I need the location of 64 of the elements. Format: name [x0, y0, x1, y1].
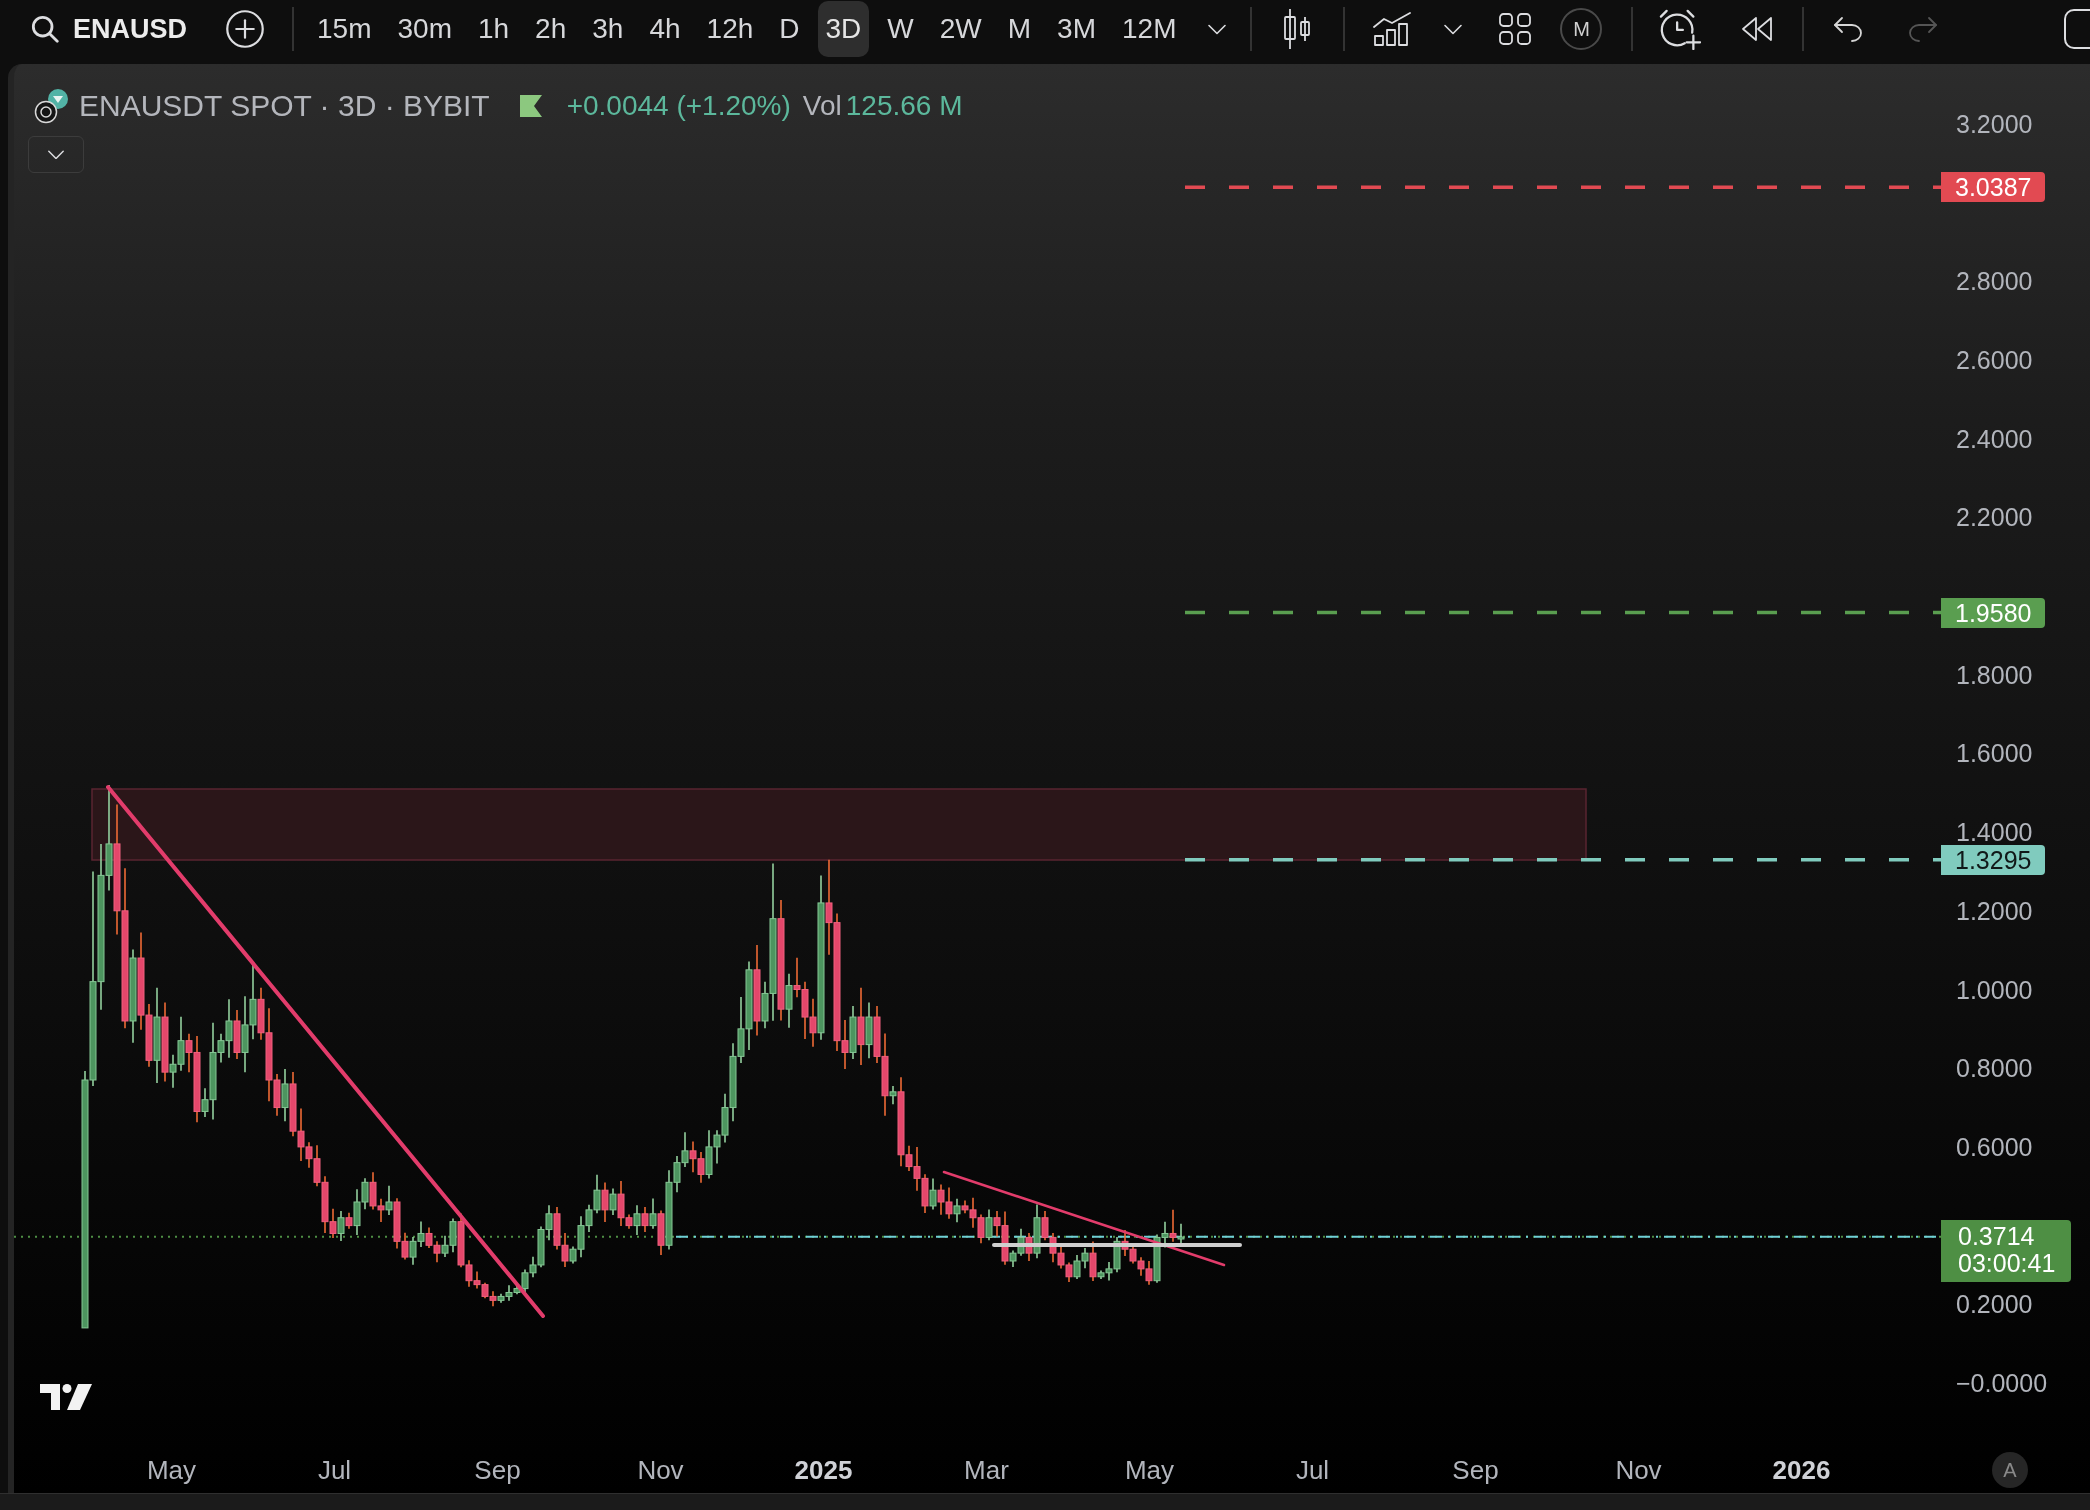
- symbol-search-button[interactable]: ENAUSD: [27, 5, 193, 53]
- price-tick-label: 0.6000: [1956, 1134, 2033, 1159]
- price-tick-label: 1.4000: [1956, 820, 2033, 845]
- alarm-clock-plus-icon[interactable]: [1659, 8, 1702, 50]
- time-axis-label: May: [1124, 1455, 1175, 1485]
- time-axis-label: Sep: [1452, 1455, 1499, 1485]
- price-tick-label: −0.0000: [1956, 1371, 2048, 1395]
- time-axis-label: Nov: [1615, 1455, 1662, 1485]
- interval-tab[interactable]: W: [879, 1, 922, 57]
- price-tick-label: 3.2000: [1956, 111, 2033, 136]
- candlestick-icon[interactable]: [1282, 8, 1313, 50]
- interval-tab[interactable]: 1h: [469, 1, 518, 57]
- interval-tab[interactable]: 3D: [817, 1, 870, 57]
- chevron-down-icon[interactable]: [1207, 23, 1228, 35]
- grid-icon[interactable]: [1499, 13, 1532, 45]
- time-axis-label: Nov: [637, 1455, 684, 1485]
- time-axis-label: Mar: [964, 1455, 1009, 1485]
- interval-tab[interactable]: 3M: [1049, 1, 1104, 57]
- undo-icon[interactable]: [1833, 16, 1864, 42]
- interval-tab[interactable]: 2W: [931, 1, 990, 57]
- time-axis-label: 2026: [1772, 1455, 1831, 1485]
- last-price-value: 0.3714: [1958, 1223, 2035, 1251]
- chevron-down-icon: [47, 149, 65, 160]
- coin-logo-icon: [34, 88, 70, 124]
- symbol-title: ENAUSDT SPOT · 3D · BYBIT: [79, 88, 490, 124]
- interval-tab[interactable]: M: [999, 1, 1040, 57]
- price-tick-label: 2.8000: [1956, 269, 2033, 294]
- auto-scale-button[interactable]: A: [1992, 1452, 2028, 1488]
- plus-circle-icon[interactable]: [226, 10, 264, 48]
- indicator-circle-button[interactable]: M: [1560, 8, 1603, 50]
- price-tick-label: 0.2000: [1956, 1292, 2033, 1317]
- interval-tab[interactable]: 12M: [1114, 1, 1185, 57]
- search-icon: [31, 15, 59, 43]
- price-level-label: 3.0387: [1941, 172, 2046, 203]
- price-tick-label: 1.6000: [1956, 741, 2033, 766]
- interval-tab[interactable]: 4h: [641, 1, 689, 57]
- price-tick-label: 1.0000: [1956, 977, 2033, 1002]
- price-tick-label: 2.4000: [1956, 426, 2033, 451]
- time-axis-label: Jul: [1295, 1455, 1330, 1485]
- bar-chart-icon[interactable]: [1373, 12, 1412, 46]
- bar-countdown: 03:00:41: [1958, 1250, 2056, 1278]
- time-axis-label: Jul: [317, 1455, 352, 1485]
- price-level-label: 1.3295: [1941, 844, 2046, 875]
- chevron-down-icon[interactable]: [1443, 23, 1464, 35]
- price-tick-label: 2.2000: [1956, 505, 2033, 530]
- volume-label: Vol: [802, 89, 842, 123]
- price-tick-label: 1.2000: [1956, 898, 2033, 923]
- interval-tab[interactable]: 30m: [389, 1, 460, 57]
- interval-tab[interactable]: 2h: [527, 1, 575, 57]
- price-tick-label: 0.8000: [1956, 1056, 2033, 1081]
- time-axis-label: May: [146, 1455, 197, 1485]
- interval-tab[interactable]: 15m: [309, 1, 380, 57]
- time-axis-label: Sep: [474, 1455, 521, 1485]
- price-change: +0.0044 (+1.20%): [566, 89, 791, 123]
- price-tick-label: 1.8000: [1956, 662, 2033, 687]
- time-axis-label: 2025: [794, 1455, 853, 1485]
- rewind-icon[interactable]: [1741, 16, 1774, 42]
- flag-icon: [519, 95, 542, 117]
- interval-tab[interactable]: 3h: [584, 1, 632, 57]
- interval-tab[interactable]: D: [771, 1, 808, 57]
- price-tick-label: 2.6000: [1956, 347, 2033, 372]
- interval-tab[interactable]: 12h: [698, 1, 762, 57]
- volume-value: 125.66 M: [845, 89, 963, 123]
- price-level-label: 1.9580: [1941, 597, 2046, 628]
